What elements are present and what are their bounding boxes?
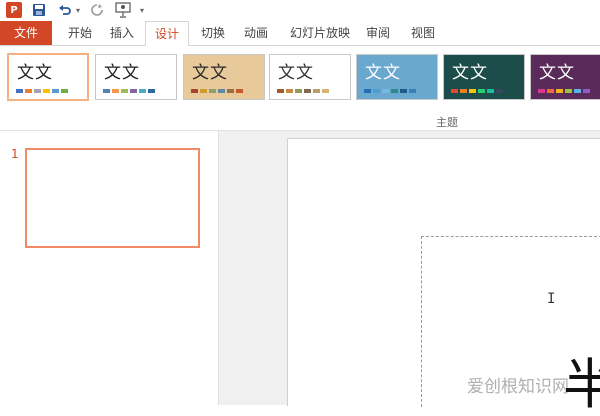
tab-animations[interactable]: 动画 [236, 21, 276, 45]
tab-slideshow[interactable]: 幻灯片放映 [284, 21, 356, 45]
theme-option[interactable]: 文文 [356, 54, 438, 100]
color-swatch [382, 89, 389, 93]
save-icon[interactable] [32, 2, 46, 18]
color-swatch [130, 89, 137, 93]
slide-canvas[interactable] [287, 138, 600, 407]
color-swatch [191, 89, 198, 93]
theme-color-swatches [191, 89, 243, 93]
color-swatch [364, 89, 371, 93]
undo-dropdown-icon[interactable]: ▾ [74, 2, 82, 18]
slide-number: 1 [11, 147, 19, 161]
text-cursor-icon: I [547, 291, 556, 307]
color-swatch [227, 89, 234, 93]
color-swatch [200, 89, 207, 93]
theme-option[interactable]: 文文 [443, 54, 525, 100]
theme-option[interactable]: 文文 [183, 54, 265, 100]
theme-color-swatches [364, 89, 416, 93]
quick-access-toolbar: P ▾ ▾ [0, 0, 600, 20]
start-from-beginning-icon[interactable] [114, 2, 132, 18]
tab-transitions[interactable]: 切换 [193, 21, 233, 45]
theme-sample-text: 文文 [17, 63, 53, 83]
theme-color-swatches [103, 89, 155, 93]
slide-thumbnails-pane: 1 [0, 131, 219, 405]
powerpoint-logo-icon: P [6, 2, 22, 18]
theme-color-swatches [451, 89, 503, 93]
theme-option[interactable]: 文文 [269, 54, 351, 100]
color-swatch [565, 89, 572, 93]
theme-option[interactable]: 文文 [95, 54, 177, 100]
theme-option[interactable]: 文文 [530, 54, 600, 100]
customize-toolbar-dropdown-icon[interactable]: ▾ [138, 2, 146, 18]
color-swatch [574, 89, 581, 93]
tab-file[interactable]: 文件 [0, 21, 52, 45]
watermark-text: 爱创根知识网 [467, 377, 569, 397]
color-swatch [209, 89, 216, 93]
color-swatch [547, 89, 554, 93]
design-ribbon: 文文 文文 文文 文文 文文 文文 文文 主题 [0, 46, 600, 131]
color-swatch [52, 89, 59, 93]
tab-design[interactable]: 设计 [145, 21, 189, 47]
color-swatch [43, 89, 50, 93]
color-swatch [139, 89, 146, 93]
color-swatch [487, 89, 494, 93]
color-swatch [295, 89, 302, 93]
slide-large-character: 半 [563, 353, 600, 416]
color-swatch [391, 89, 398, 93]
color-swatch [556, 89, 563, 93]
theme-color-swatches [538, 89, 590, 93]
color-swatch [460, 89, 467, 93]
color-swatch [121, 89, 128, 93]
ribbon-tabs: 文件 开始 插入 设计 切换 动画 幻灯片放映 审阅 视图 [0, 21, 600, 47]
theme-sample-text: 文文 [539, 63, 575, 83]
color-swatch [218, 89, 225, 93]
color-swatch [400, 89, 407, 93]
undo-icon[interactable] [58, 2, 72, 18]
color-swatch [61, 89, 68, 93]
theme-sample-text: 文文 [192, 63, 228, 83]
theme-sample-text: 文文 [365, 63, 401, 83]
color-swatch [25, 89, 32, 93]
color-swatch [236, 89, 243, 93]
theme-sample-text: 文文 [278, 63, 314, 83]
color-swatch [409, 89, 416, 93]
color-swatch [304, 89, 311, 93]
theme-option[interactable]: 文文 [7, 53, 89, 101]
color-swatch [103, 89, 110, 93]
color-swatch [451, 89, 458, 93]
color-swatch [277, 89, 284, 93]
color-swatch [583, 89, 590, 93]
color-swatch [373, 89, 380, 93]
tab-insert[interactable]: 插入 [102, 21, 142, 45]
color-swatch [16, 89, 23, 93]
theme-sample-text: 文文 [104, 63, 140, 83]
color-swatch [34, 89, 41, 93]
color-swatch [148, 89, 155, 93]
tab-view[interactable]: 视图 [403, 21, 443, 45]
theme-color-swatches [277, 89, 329, 93]
color-swatch [286, 89, 293, 93]
color-swatch [322, 89, 329, 93]
color-swatch [478, 89, 485, 93]
slide-editor [219, 131, 600, 407]
redo-icon[interactable] [90, 2, 104, 18]
slide-thumbnail[interactable] [25, 148, 200, 248]
theme-color-swatches [16, 89, 68, 93]
color-swatch [112, 89, 119, 93]
color-swatch [496, 89, 503, 93]
themes-group-label: 主题 [436, 116, 458, 129]
theme-sample-text: 文文 [452, 63, 488, 83]
tab-review[interactable]: 审阅 [358, 21, 398, 45]
tab-home[interactable]: 开始 [60, 21, 100, 45]
color-swatch [469, 89, 476, 93]
color-swatch [538, 89, 545, 93]
color-swatch [313, 89, 320, 93]
